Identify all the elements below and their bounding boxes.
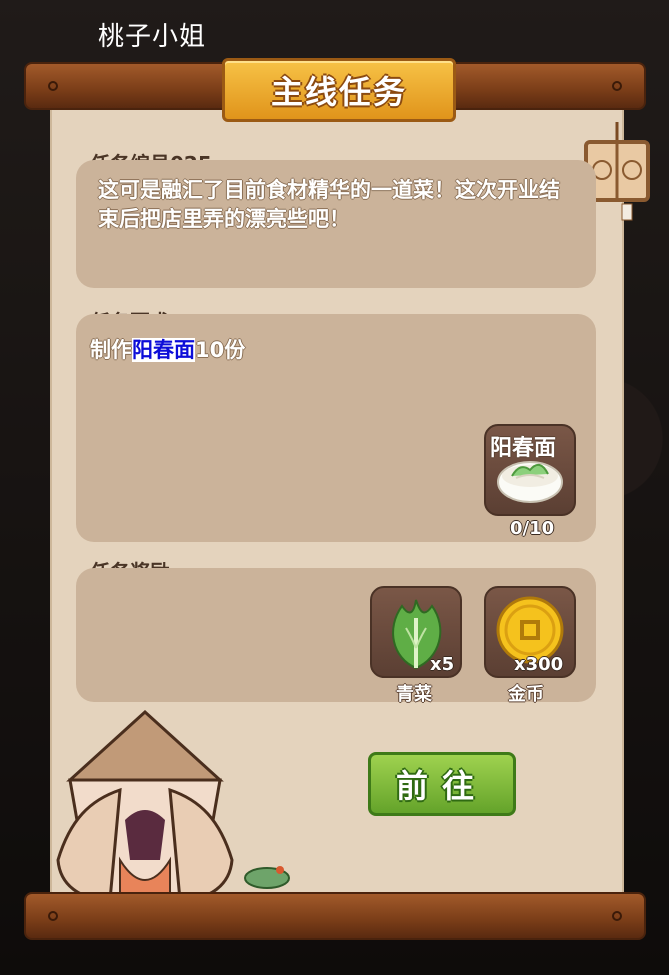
requirement-dish-link[interactable]: 阳春面	[132, 338, 195, 362]
reward-greens-name: 青菜	[396, 684, 432, 705]
nail-icon	[48, 81, 58, 91]
reward-gold-quantity: x300	[514, 654, 564, 675]
task-description: 这可是融汇了目前食材精华的一道菜！这次开业结束后把店里弄的漂亮些吧！	[98, 178, 560, 231]
plate-decoration-icon	[244, 866, 290, 889]
dialog-title: 主线任务	[222, 58, 456, 122]
player-name: 桃子小姐	[98, 22, 207, 52]
required-dish-name: 阳春面	[490, 436, 557, 461]
nail-icon	[48, 911, 58, 921]
requirement-prefix: 制作	[90, 338, 132, 362]
nail-icon	[612, 911, 622, 921]
requirement-suffix: 10份	[195, 338, 246, 362]
scroll-bottom-rod	[24, 892, 646, 940]
goto-button[interactable]: 前往	[368, 752, 516, 816]
reward-greens-quantity: x5	[430, 654, 455, 675]
nail-icon	[612, 81, 622, 91]
requirement-text: 制作阳春面10份	[90, 334, 245, 364]
reward-gold-name: 金币	[508, 684, 544, 705]
required-dish-progress: 0/10	[510, 518, 555, 539]
